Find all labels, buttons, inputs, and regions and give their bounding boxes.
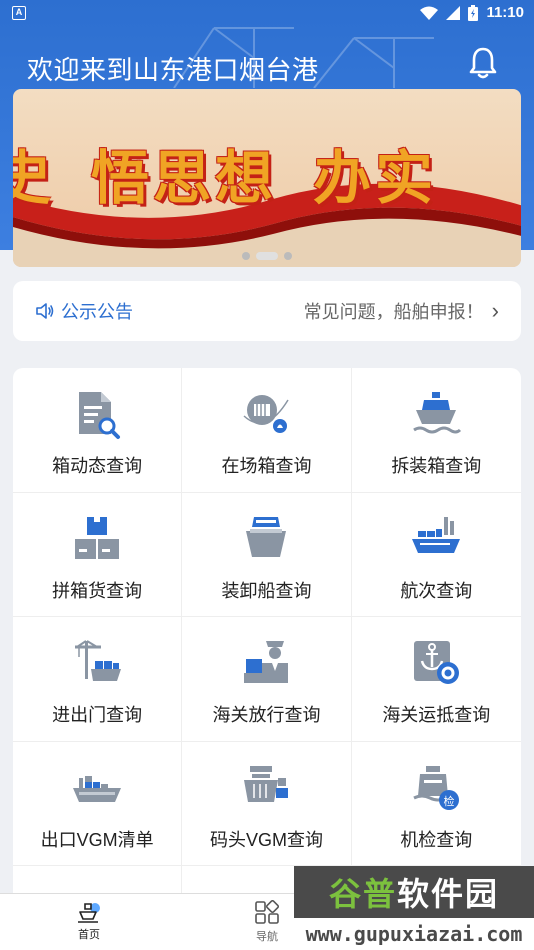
grid-item-label: 出口VGM清单: [40, 829, 154, 850]
nav-label: 首页: [78, 929, 100, 941]
container-ship-icon: [412, 516, 461, 553]
grid-item-voyage[interactable]: 航次查询: [351, 493, 521, 617]
notice-content[interactable]: 常见问题，船舶申报！: [304, 298, 484, 324]
grid-item-lcl-cargo[interactable]: 拼箱货查询: [13, 492, 183, 617]
banner-slogan: 史 悟思想 办实: [13, 131, 521, 215]
watermark-url: www.gupuxiazai.com: [294, 918, 534, 950]
grid-item-label: 码头VGM查询: [209, 829, 323, 850]
crane-truck-icon: [75, 640, 122, 681]
notification-badge: A: [12, 6, 26, 20]
grid-item-label: 海关运抵查询: [382, 705, 491, 725]
banner-slogan-part: 办实: [313, 144, 438, 212]
watermark-title-part: 软件园: [397, 876, 500, 912]
carousel-dot[interactable]: [284, 252, 292, 260]
page-title: 欢迎来到山东港口烟台港: [27, 55, 319, 85]
grid-item-label: 机检查询: [400, 829, 473, 850]
grid-item-container-status[interactable]: 箱动态查询: [13, 368, 183, 493]
document-search-icon: [79, 392, 121, 439]
watermark-title: 谷普 软件园: [294, 866, 534, 918]
signal-icon: [446, 5, 461, 20]
grid-item-label: 海关放行查询: [212, 705, 321, 725]
grid-item-label: 装卸船查询: [221, 580, 312, 601]
terminal-vgm-icon: [244, 765, 289, 802]
machine-inspection-icon: 检: [413, 765, 460, 810]
home-ship-icon: [78, 903, 100, 923]
banner-carousel[interactable]: 史 悟思想 办实: [13, 89, 521, 267]
grid-nav-icon: [255, 900, 280, 924]
grid-item-terminal-vgm[interactable]: 码头VGM查询: [182, 741, 352, 866]
bell-icon[interactable]: [468, 46, 498, 80]
chevron-right-icon[interactable]: ›: [492, 298, 499, 324]
inspection-badge-text: 检: [444, 794, 455, 808]
banner-slogan-part: 悟思想: [91, 144, 278, 212]
grid-item-label: 拆装箱查询: [391, 456, 482, 476]
export-vgm-icon: [73, 775, 122, 802]
carousel-dot-active[interactable]: [256, 252, 278, 260]
customs-officer-icon: [244, 641, 289, 683]
grid-item-customs-arrival[interactable]: 海关运抵查询: [351, 617, 521, 742]
carousel-indicator[interactable]: [13, 252, 521, 260]
grid-item-label: 拼箱货查询: [52, 580, 143, 601]
grid-item-label: 航次查询: [400, 580, 473, 601]
grid-item-machine-inspection[interactable]: 检 机检查询: [351, 742, 521, 866]
watermark-logo: 谷普 软件园 www.gupuxiazai.com: [294, 866, 534, 950]
grid-item-gate[interactable]: 进出门查询: [13, 617, 183, 742]
nav-label: 导航: [256, 931, 278, 943]
grid-item-yard-container[interactable]: 在场箱查询: [182, 368, 352, 493]
yard-container-icon: [243, 395, 290, 433]
wifi-icon: [420, 6, 439, 20]
watermark-title-part: 谷普: [328, 876, 397, 912]
nav-home[interactable]: 首页: [0, 894, 178, 950]
grid-item-ship-loading[interactable]: 装卸船查询: [182, 492, 352, 617]
grid-item-label: 箱动态查询: [52, 456, 143, 476]
notice-bar[interactable]: 公示公告 常见问题，船舶申报！ ›: [13, 281, 521, 341]
grid-item-customs-release[interactable]: 海关放行查询: [182, 617, 352, 742]
grid-item-label: 进出门查询: [52, 705, 143, 725]
carousel-dot[interactable]: [242, 252, 250, 260]
status-time: 11:10: [486, 4, 524, 21]
grid-item-stuffing[interactable]: 拆装箱查询: [351, 368, 521, 493]
speaker-icon: [36, 303, 54, 319]
query-grid: 箱动态查询 在场箱查询 拆装箱查询 拼箱货查询 装卸船查询 航次查询 进出门查询…: [13, 368, 521, 908]
anchor-arrival-icon: [414, 641, 460, 684]
battery-icon: [468, 4, 479, 21]
status-bar: A 11:10: [0, 0, 534, 28]
cargo-ship-icon: [413, 392, 462, 434]
grid-item-export-vgm[interactable]: 出口VGM清单: [13, 741, 183, 866]
stacked-boxes-icon: [75, 516, 120, 559]
notice-label: 公示公告: [61, 302, 133, 322]
ship-loading-icon: [246, 516, 287, 557]
grid-item-label: 在场箱查询: [221, 456, 312, 476]
banner-slogan-part: 史: [13, 144, 56, 212]
